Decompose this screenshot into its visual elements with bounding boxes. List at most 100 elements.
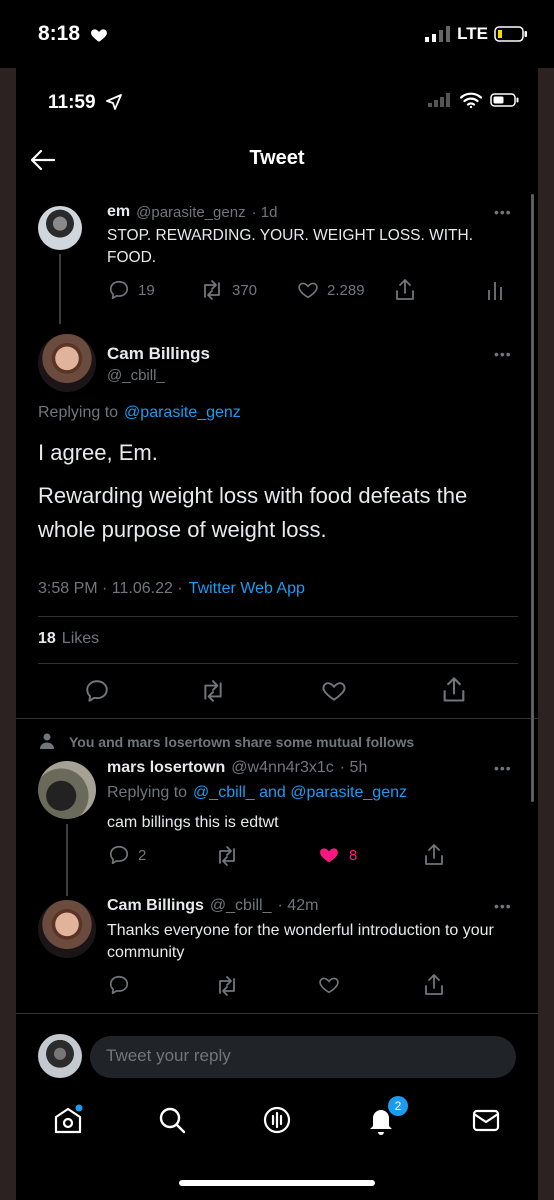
like-button[interactable]: 2.289 — [297, 279, 365, 301]
author-name[interactable]: mars losertown — [107, 759, 225, 777]
frame-right — [538, 68, 554, 1200]
main-tweet-line-2: Rewarding weight loss with food defeats … — [38, 483, 468, 542]
tweet-text: STOP. REWARDING. YOUR. WEIGHT LOSS. WITH… — [107, 227, 474, 266]
home-icon[interactable] — [52, 1104, 84, 1136]
divider — [38, 616, 518, 617]
share-icon[interactable] — [394, 278, 416, 302]
heart-outline-icon — [298, 282, 318, 299]
inner-clock: 11:59 — [48, 92, 96, 113]
heart-icon — [91, 29, 107, 42]
replying-to: Replying to @_cbill_ and @parasite_genz — [107, 784, 407, 802]
scrollbar[interactable] — [531, 194, 534, 802]
signal-icon — [425, 26, 451, 42]
reply-button[interactable]: 2 — [108, 844, 146, 866]
outer-clock: 8:18 — [38, 22, 81, 45]
thread-line — [66, 824, 68, 896]
notification-badge: 2 — [388, 1096, 408, 1116]
tweet-text: cam billings this is edtwt — [107, 814, 279, 831]
analytics-icon[interactable] — [487, 280, 503, 300]
retweet-icon[interactable] — [199, 679, 227, 703]
tweet-meta: 3:58 PM · 11.06.22 · Twitter Web App — [38, 580, 305, 598]
main-tweet-line-1: I agree, Em. — [38, 440, 158, 465]
author-name[interactable]: Cam Billings — [107, 344, 210, 364]
tweet-header: em @parasite_genz · 1d — [107, 203, 277, 221]
replying-to: Replying to @parasite_genz — [38, 404, 241, 422]
home-indicator[interactable] — [179, 1180, 375, 1186]
author-handle[interactable]: @_cbill_ — [107, 367, 165, 384]
reply-icon[interactable] — [108, 974, 130, 996]
avatar[interactable] — [38, 900, 96, 958]
person-icon — [40, 733, 54, 749]
likes-summary[interactable]: 18 Likes — [38, 630, 99, 648]
wifi-icon — [460, 92, 482, 108]
screenshot-screen: 11:59 Tweet em @parasite_genz · 1d ••• S… — [16, 68, 538, 1200]
author-name[interactable]: Cam Billings — [107, 897, 204, 915]
likes-count: 18 — [38, 630, 56, 647]
tweet-source-link[interactable]: Twitter Web App — [189, 580, 305, 598]
reply-count: 2 — [138, 846, 147, 864]
retweet-count: 370 — [232, 281, 258, 299]
outer-status-bar: 8:18 LTE — [0, 0, 554, 68]
avatar[interactable] — [38, 334, 96, 392]
share-icon[interactable] — [423, 843, 445, 867]
tweet-timestamp: 3:58 PM · 11.06.22 · — [38, 580, 183, 597]
share-icon[interactable] — [423, 973, 445, 997]
tweet-header: Cam Billings @_cbill_ · 42m — [107, 897, 318, 915]
frame-left — [0, 68, 16, 1200]
mutual-follows-note: You and mars losertown share some mutual… — [69, 734, 415, 750]
share-icon[interactable] — [441, 676, 467, 704]
author-name[interactable]: em — [107, 203, 130, 221]
reply-button[interactable]: 19 — [108, 279, 155, 301]
divider — [16, 1013, 538, 1014]
outer-status-icons: LTE — [425, 24, 528, 44]
like-count: 2.289 — [327, 281, 365, 299]
tweet-age: · 5h — [339, 759, 368, 776]
avatar[interactable] — [38, 206, 82, 250]
tweet-age: · 42m — [277, 897, 319, 914]
inner-status-icons — [428, 92, 520, 108]
replying-label: Replying to — [107, 784, 188, 801]
heart-outline-icon[interactable] — [318, 974, 340, 996]
heart-filled-icon — [320, 848, 338, 863]
network-label: LTE — [457, 24, 488, 43]
more-options-icon[interactable]: ••• — [494, 204, 512, 220]
divider — [16, 718, 538, 719]
likes-label: Likes — [61, 630, 100, 647]
divider — [38, 663, 518, 664]
like-count: 8 — [349, 846, 358, 864]
author-handle[interactable]: @_cbill_ — [210, 897, 272, 915]
reply-icon — [109, 280, 129, 300]
my-avatar[interactable] — [38, 1034, 82, 1078]
bottom-tab-bar: 2 — [16, 1096, 538, 1156]
spaces-icon[interactable] — [261, 1104, 293, 1136]
tweet-text: Thanks everyone for the wonderful introd… — [107, 922, 494, 961]
retweet-icon — [204, 280, 220, 300]
retweet-button[interactable]: 370 — [200, 279, 257, 301]
replying-handle-link[interactable]: @_cbill_ and @parasite_genz — [193, 784, 407, 802]
battery-icon — [490, 93, 519, 107]
top-bar: Tweet — [16, 138, 538, 182]
thread-line — [59, 254, 61, 324]
retweet-icon[interactable] — [215, 975, 239, 997]
battery-icon — [494, 26, 527, 42]
avatar[interactable] — [38, 761, 96, 819]
reply-icon[interactable] — [84, 678, 110, 704]
more-options-icon[interactable]: ••• — [494, 346, 512, 362]
reply-input[interactable]: Tweet your reply — [90, 1036, 516, 1078]
signal-icon — [428, 93, 450, 107]
search-icon[interactable] — [156, 1104, 188, 1136]
reply-icon — [109, 845, 129, 865]
more-options-icon[interactable]: ••• — [494, 898, 512, 914]
heart-outline-icon[interactable] — [321, 678, 347, 704]
page-title: Tweet — [249, 147, 305, 169]
author-handle[interactable]: @w4nn4r3x1c — [231, 759, 334, 777]
replying-label: Replying to — [38, 404, 119, 421]
retweet-icon[interactable] — [215, 845, 239, 867]
reply-count: 19 — [138, 281, 155, 299]
more-options-icon[interactable]: ••• — [494, 760, 512, 776]
tweet-header: mars losertown @w4nn4r3x1c · 5h — [107, 759, 367, 777]
like-button-active[interactable]: 8 — [317, 844, 357, 866]
author-handle[interactable]: @parasite_genz — [136, 204, 245, 221]
replying-handle-link[interactable]: @parasite_genz — [124, 404, 241, 422]
messages-icon[interactable] — [470, 1104, 502, 1136]
